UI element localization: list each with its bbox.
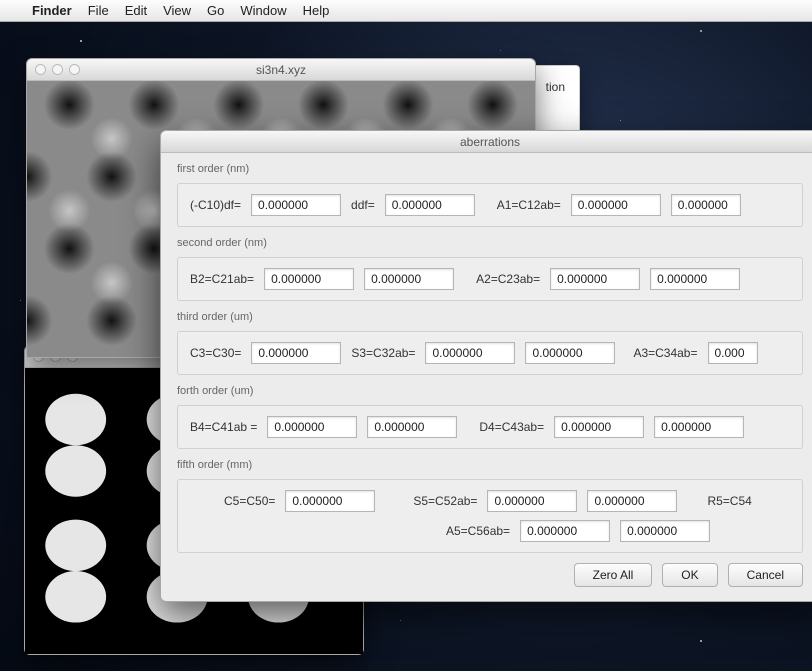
close-icon[interactable] — [35, 64, 46, 75]
label-a1: A1=C12ab= — [497, 198, 561, 212]
menu-item-window[interactable]: Window — [240, 3, 286, 18]
zoom-icon[interactable] — [69, 64, 80, 75]
label-r5: R5=C54 — [707, 494, 751, 508]
label-a2: A2=C23ab= — [476, 272, 540, 286]
menu-bar: Finder File Edit View Go Window Help — [0, 0, 812, 22]
label-c10: (-C10)df= — [190, 198, 241, 212]
sim-window-title: si3n4.xyz — [27, 63, 535, 77]
input-a5a[interactable] — [520, 520, 610, 542]
group-forth-order: B4=C41ab = D4=C43ab= — [177, 405, 803, 449]
menu-item-edit[interactable]: Edit — [125, 3, 147, 18]
label-d4: D4=C43ab= — [479, 420, 544, 434]
sim-window-titlebar[interactable]: si3n4.xyz — [27, 59, 535, 81]
input-c10[interactable] — [251, 194, 341, 216]
group-fifth-order: C5=C50= S5=C52ab= R5=C54 A5=C56ab= — [177, 479, 803, 553]
label-c3: C3=C30= — [190, 346, 241, 360]
menu-item-help[interactable]: Help — [303, 3, 330, 18]
menu-item-view[interactable]: View — [163, 3, 191, 18]
menu-item-go[interactable]: Go — [207, 3, 224, 18]
group-label-forth: forth order (um) — [177, 385, 803, 397]
input-b4a[interactable] — [267, 416, 357, 438]
aberrations-dialog: aberrations first order (nm) (-C10)df= d… — [160, 130, 812, 602]
label-b2: B2=C21ab= — [190, 272, 254, 286]
label-ddf: ddf= — [351, 198, 375, 212]
input-a3a[interactable] — [708, 342, 758, 364]
menu-item-file[interactable]: File — [88, 3, 109, 18]
group-third-order: C3=C30= S3=C32ab= A3=C34ab= — [177, 331, 803, 375]
input-a2a[interactable] — [550, 268, 640, 290]
input-d4a[interactable] — [554, 416, 644, 438]
cancel-button[interactable]: Cancel — [728, 563, 803, 587]
label-b4: B4=C41ab = — [190, 420, 257, 434]
input-c3[interactable] — [251, 342, 341, 364]
input-c5[interactable] — [285, 490, 375, 512]
label-s3: S3=C32ab= — [351, 346, 415, 360]
input-d4b[interactable] — [654, 416, 744, 438]
group-second-order: B2=C21ab= A2=C23ab= — [177, 257, 803, 301]
label-s5: S5=C52ab= — [413, 494, 477, 508]
label-a3: A3=C34ab= — [633, 346, 697, 360]
input-b2b[interactable] — [364, 268, 454, 290]
group-first-order: (-C10)df= ddf= A1=C12ab= — [177, 183, 803, 227]
menu-app-name[interactable]: Finder — [32, 3, 72, 18]
input-a1b[interactable] — [671, 194, 741, 216]
input-b2a[interactable] — [264, 268, 354, 290]
dialog-title: aberrations — [161, 131, 812, 153]
group-label-second: second order (nm) — [177, 237, 803, 249]
group-label-fifth: fifth order (mm) — [177, 459, 803, 471]
dialog-button-row: Zero All OK Cancel — [177, 563, 803, 587]
ok-button[interactable]: OK — [662, 563, 717, 587]
input-ddf[interactable] — [385, 194, 475, 216]
group-label-third: third order (um) — [177, 311, 803, 323]
input-b4b[interactable] — [367, 416, 457, 438]
zero-all-button[interactable]: Zero All — [574, 563, 653, 587]
input-s5a[interactable] — [487, 490, 577, 512]
label-c5: C5=C50= — [224, 494, 275, 508]
input-a1a[interactable] — [571, 194, 661, 216]
input-s3a[interactable] — [425, 342, 515, 364]
input-s5b[interactable] — [587, 490, 677, 512]
input-a2b[interactable] — [650, 268, 740, 290]
input-s3b[interactable] — [525, 342, 615, 364]
input-a5b[interactable] — [620, 520, 710, 542]
group-label-first: first order (nm) — [177, 163, 803, 175]
label-a5: A5=C56ab= — [446, 524, 510, 538]
minimize-icon[interactable] — [52, 64, 63, 75]
